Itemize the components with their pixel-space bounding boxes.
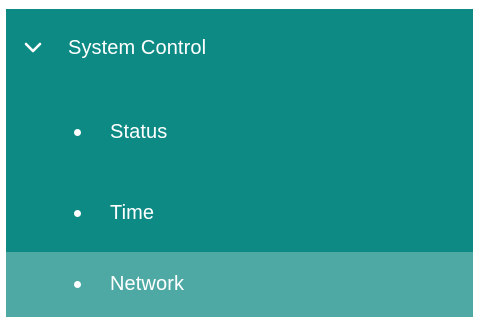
sidebar-nav: System Control Status Time Network (6, 9, 473, 317)
nav-item-network[interactable]: Network (6, 252, 473, 317)
bullet-icon (74, 281, 81, 288)
nav-group-label: System Control (68, 36, 207, 59)
nav-item-status[interactable]: Status (6, 92, 473, 172)
nav-item-label: Network (110, 273, 185, 295)
nav-item-time[interactable]: Time (6, 173, 473, 253)
nav-group-system-control[interactable]: System Control (6, 9, 473, 87)
bullet-icon (74, 128, 81, 136)
chevron-down-icon (24, 39, 42, 57)
nav-item-label: Time (110, 201, 155, 224)
nav-item-label: Status (110, 120, 168, 143)
bullet-icon (74, 209, 81, 217)
